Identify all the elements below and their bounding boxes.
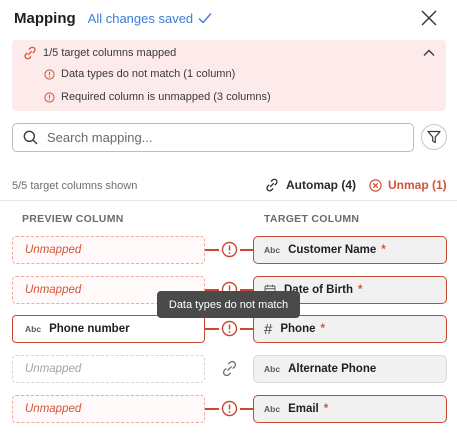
text-type-icon: Abc — [25, 324, 42, 334]
mapping-connector — [205, 241, 253, 258]
source-column-label: Unmapped — [25, 363, 82, 375]
close-icon[interactable] — [420, 9, 438, 27]
tooltip: Data types do not match — [157, 291, 300, 318]
unmap-label: Unmap (1) — [388, 178, 447, 192]
warning-circle-icon[interactable] — [221, 320, 238, 337]
mapping-alert: 1/5 target columns mapped Data types do … — [12, 40, 446, 111]
divider — [0, 200, 457, 201]
text-type-icon: Abc — [264, 364, 281, 374]
broken-link-icon — [24, 46, 36, 60]
required-marker: * — [358, 284, 363, 296]
mapping-connector — [205, 400, 253, 417]
source-column-label: Unmapped — [25, 403, 82, 415]
alert-issue: Required column is unmapped (3 columns) — [44, 91, 271, 103]
link-icon[interactable] — [221, 360, 238, 377]
source-column-select[interactable]: Unmapped — [12, 236, 205, 264]
connector-line — [205, 249, 219, 251]
source-column-select[interactable]: Unmapped — [12, 355, 205, 383]
required-marker: * — [381, 244, 386, 256]
target-column[interactable]: Abc Customer Name * — [253, 236, 447, 264]
target-column-label: Customer Name — [288, 244, 377, 256]
page-title: Mapping — [14, 9, 76, 27]
header: Mapping All changes saved — [14, 6, 444, 30]
target-column-label: Alternate Phone — [288, 363, 377, 375]
checkmark-icon — [198, 13, 212, 24]
automap-label: Automap (4) — [286, 178, 356, 192]
filter-icon — [427, 130, 441, 144]
target-column[interactable]: Abc Email * — [253, 395, 447, 423]
mapping-connector — [205, 360, 253, 377]
text-type-icon: Abc — [264, 245, 281, 255]
warning-circle-icon[interactable] — [221, 400, 238, 417]
preview-column-header: PREVIEW COLUMN — [22, 213, 124, 225]
source-column-label: Unmapped — [25, 244, 82, 256]
source-column-label: Unmapped — [25, 284, 82, 296]
alert-issue-text: Required column is unmapped (3 columns) — [61, 91, 271, 103]
automap-button[interactable]: Automap (4) — [265, 178, 356, 192]
mapping-row: Unmapped Abc Email * — [0, 395, 457, 423]
close-circle-icon — [369, 178, 382, 192]
alert-summary-text: 1/5 target columns mapped — [43, 47, 177, 59]
connector-line — [240, 249, 253, 251]
warning-circle-icon[interactable] — [221, 241, 238, 258]
search-box — [12, 123, 414, 152]
target-column[interactable]: Abc Alternate Phone — [253, 355, 447, 383]
save-status-text: All changes saved — [87, 10, 194, 26]
chevron-up-icon[interactable] — [422, 46, 436, 60]
mapping-row: Unmapped Abc Customer Name * — [0, 236, 457, 264]
link-icon — [266, 178, 278, 192]
required-marker: * — [320, 323, 325, 335]
warning-circle-icon — [44, 68, 55, 80]
connector-line — [240, 328, 253, 330]
connector-line — [205, 328, 219, 330]
search-input[interactable] — [47, 130, 387, 145]
source-column-label: Phone number — [49, 323, 130, 335]
search-icon — [23, 130, 38, 145]
unmap-button[interactable]: Unmap (1) — [369, 178, 447, 192]
number-type-icon: # — [264, 320, 273, 338]
source-column-select[interactable]: Unmapped — [12, 395, 205, 423]
target-column[interactable]: # Phone * — [253, 315, 447, 343]
mapping-row: Abc Phone number # Phone * — [0, 315, 457, 343]
required-marker: * — [323, 403, 329, 415]
warning-circle-icon — [44, 91, 55, 103]
target-column-header: TARGET COLUMN — [264, 213, 360, 225]
shown-count: 5/5 target columns shown — [12, 180, 138, 192]
filter-button[interactable] — [421, 124, 447, 150]
target-column-label: Phone — [280, 323, 316, 335]
connector-line — [205, 408, 219, 410]
mapping-connector — [205, 320, 253, 337]
alert-summary: 1/5 target columns mapped — [23, 46, 176, 60]
tooltip-text: Data types do not match — [168, 298, 289, 311]
alert-issue-text: Data types do not match (1 column) — [61, 68, 236, 80]
connector-line — [240, 408, 253, 410]
text-type-icon: Abc — [264, 404, 281, 414]
target-column-label: Email — [288, 403, 319, 415]
alert-issue: Data types do not match (1 column) — [44, 68, 235, 80]
save-status: All changes saved — [88, 11, 213, 26]
mapping-row: Unmapped Abc Alternate Phone — [0, 355, 457, 383]
source-column-select[interactable]: Abc Phone number — [12, 315, 205, 343]
